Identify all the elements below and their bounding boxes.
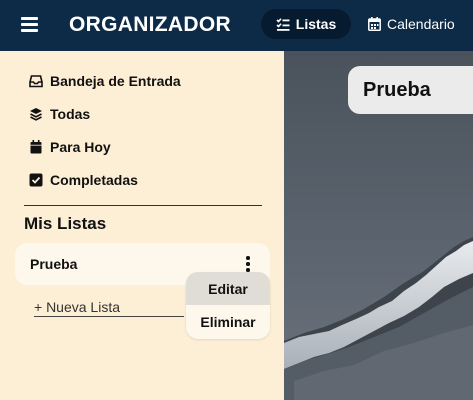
calendar-icon [30,140,42,154]
sidebar: Bandeja de Entrada Todas Para Hoy Comple… [0,51,284,400]
sidebar-item-label: Para Hoy [50,139,111,155]
section-title: Mis Listas [24,214,107,233]
layers-icon [30,108,42,121]
delete-menu-item[interactable]: Eliminar [186,305,270,338]
page-title: Prueba [363,79,431,101]
main-content: Prueba [284,51,473,400]
sidebar-item-para-hoy[interactable]: Para Hoy [29,136,111,158]
new-list-button[interactable]: + Nueva Lista [34,299,184,317]
sidebar-divider [24,205,262,206]
sidebar-item-label: Todas [50,106,91,122]
sidebar-item-todas[interactable]: Todas [29,103,90,125]
tab-listas-label: Listas [295,16,337,32]
edit-menu-item[interactable]: Editar [186,272,270,305]
sidebar-item-label: Bandeja de Entrada [50,73,181,89]
tab-listas[interactable]: Listas [261,9,351,39]
sidebar-item-bandeja[interactable]: Bandeja de Entrada [29,70,181,92]
calendar-icon [368,17,381,31]
app-brand: ORGANIZADOR [69,13,231,36]
context-menu: Editar Eliminar [186,272,270,339]
tab-calendario[interactable]: Calendario [368,9,455,39]
inbox-icon [29,75,43,88]
list-title-card: Prueba [348,66,473,114]
check-square-icon [29,173,43,187]
more-options-icon[interactable] [244,256,252,272]
sidebar-item-completadas[interactable]: Completadas [29,169,138,191]
top-bar: ORGANIZADOR Listas Calendario [0,0,473,51]
hamburger-menu-icon[interactable] [21,17,38,32]
list-check-icon [276,17,290,31]
list-item-label: Prueba [30,256,78,272]
tab-calendario-label: Calendario [387,16,455,32]
sidebar-item-label: Completadas [50,172,138,188]
